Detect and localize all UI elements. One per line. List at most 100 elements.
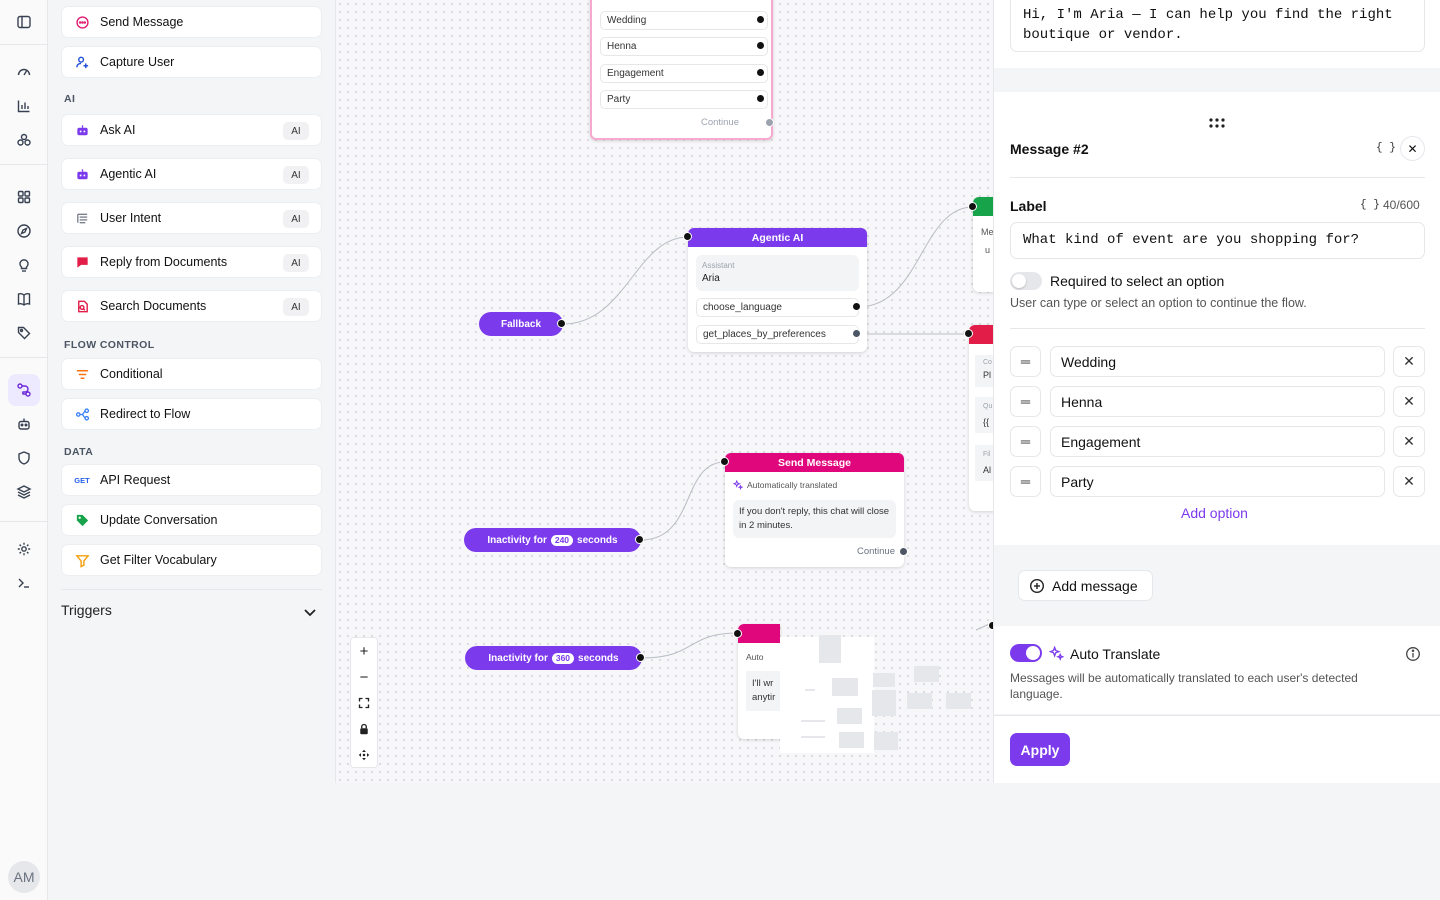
input-handle[interactable] [964, 329, 973, 338]
terminal-icon[interactable] [12, 571, 36, 595]
compass-icon[interactable] [12, 219, 36, 243]
palette-item-redirect-to-flow[interactable]: Redirect to Flow [61, 398, 322, 430]
inactivity-trigger[interactable]: Inactivity for 360 seconds [465, 646, 642, 670]
sidebar-toggle-icon[interactable] [12, 10, 36, 34]
input-handle[interactable] [683, 232, 692, 241]
drag-handle-icon[interactable] [1208, 116, 1226, 135]
palette-item-get-filter-vocabulary[interactable]: Get Filter Vocabulary [61, 544, 322, 576]
flow-icon[interactable] [8, 374, 40, 406]
input-handle[interactable] [968, 202, 977, 211]
add-option-button[interactable]: Add option [1181, 505, 1248, 521]
variables-icon[interactable]: { } [1360, 199, 1380, 211]
send-message-node-partial[interactable]: Auto I'll wr anytir [738, 624, 780, 739]
drag-lines-icon: ═ [1020, 394, 1031, 409]
add-message-button[interactable]: Add message [1018, 570, 1153, 601]
ai-badge: AI [283, 166, 309, 184]
output-handle[interactable] [852, 302, 861, 311]
palette-item-user-intent[interactable]: User Intent AI [61, 202, 322, 234]
option-input[interactable]: Henna [1050, 386, 1385, 417]
output-handle[interactable] [756, 41, 765, 50]
apply-button[interactable]: Apply [1010, 733, 1070, 766]
grid-icon[interactable] [12, 185, 36, 209]
triggers-section-title[interactable]: Triggers [61, 602, 112, 618]
flow-canvas[interactable]: Wedding Henna Engagement Party Continue … [336, 0, 993, 783]
output-handle[interactable] [635, 535, 644, 544]
variables-icon[interactable]: { } [1376, 142, 1396, 154]
ai-badge: AI [283, 210, 309, 228]
input-handle[interactable] [733, 629, 742, 638]
section-title-flow-control: FLOW CONTROL [64, 339, 155, 351]
remove-option-button[interactable]: ✕ [1393, 386, 1425, 417]
zoom-in-button[interactable]: + [351, 638, 377, 664]
required-toggle[interactable] [1010, 272, 1042, 290]
move-button[interactable] [351, 742, 377, 768]
node-palette: Send Message Capture User AI Ask AI AI A… [48, 0, 336, 783]
lightbulb-icon[interactable] [12, 253, 36, 277]
output-handle[interactable] [756, 68, 765, 77]
assistant-box: Assistant Aria [696, 255, 859, 291]
palette-item-label: API Request [100, 473, 171, 487]
close-message-button[interactable]: ✕ [1400, 136, 1425, 161]
option-input[interactable]: Party [1050, 466, 1385, 497]
palette-item-conditional[interactable]: Conditional [61, 358, 322, 390]
partial-node[interactable]: Co Pl Qu {{ Fil Al [969, 325, 993, 511]
option-input[interactable]: Wedding [1050, 346, 1385, 377]
palette-item-reply-from-documents[interactable]: Reply from Documents AI [61, 246, 322, 278]
option-drag-handle[interactable]: ═ [1010, 346, 1041, 377]
inactivity-trigger[interactable]: Inactivity for 240 seconds [464, 528, 641, 552]
option-drag-handle[interactable]: ═ [1010, 386, 1041, 417]
bot-icon[interactable] [12, 412, 36, 436]
auto-translate-toggle[interactable] [1010, 644, 1042, 662]
option-drag-handle[interactable]: ═ [1010, 426, 1041, 457]
lock-button[interactable] [351, 716, 377, 742]
fallback-trigger[interactable]: Fallback [479, 312, 563, 336]
palette-item-api-request[interactable]: GET API Request [61, 464, 322, 496]
fit-view-button[interactable] [351, 690, 377, 716]
palette-item-capture-user[interactable]: Capture User [61, 46, 322, 78]
chevron-down-icon[interactable] [302, 604, 318, 620]
option-input[interactable]: Engagement [1050, 426, 1385, 457]
remove-option-button[interactable]: ✕ [1393, 426, 1425, 457]
output-handle[interactable] [756, 15, 765, 24]
bar-chart-icon[interactable] [12, 94, 36, 118]
palette-item-update-conversation[interactable]: Update Conversation [61, 504, 322, 536]
palette-item-label: Search Documents [100, 299, 207, 313]
shield-icon[interactable] [12, 446, 36, 470]
get-method-icon: GET [74, 475, 90, 485]
book-icon[interactable] [12, 287, 36, 311]
output-handle[interactable] [636, 653, 645, 662]
palette-item-search-documents[interactable]: Search Documents AI [61, 290, 322, 322]
avatar[interactable]: AM [8, 861, 40, 893]
tag-icon[interactable] [12, 321, 36, 345]
loading-placeholder [819, 635, 841, 663]
output-handle[interactable] [557, 319, 566, 328]
question-node[interactable]: Wedding Henna Engagement Party Continue [590, 0, 773, 140]
palette-item-ask-ai[interactable]: Ask AI AI [61, 114, 322, 146]
agentic-ai-node[interactable]: Agentic AI Assistant Aria choose_languag… [688, 228, 867, 352]
option-drag-handle[interactable]: ═ [1010, 466, 1041, 497]
partial-node[interactable]: Me u [973, 197, 993, 292]
label-input[interactable]: What kind of event are you shopping for? [1010, 222, 1425, 259]
input-handle[interactable] [720, 457, 729, 466]
send-message-node[interactable]: Send Message Automatically translated If… [725, 453, 904, 567]
settings-icon[interactable] [12, 537, 36, 561]
remove-option-button[interactable]: ✕ [1393, 466, 1425, 497]
required-hint: User can type or select an option to con… [1010, 296, 1307, 310]
message-text-area[interactable]: Hi, I'm Aria — I can help you find the r… [1010, 0, 1425, 52]
auto-translate-hint: Messages will be automatically translate… [1010, 671, 1358, 701]
palette-item-agentic-ai[interactable]: Agentic AI AI [61, 158, 322, 190]
chat-bubble-icon [74, 14, 90, 30]
close-icon: ✕ [1403, 353, 1415, 369]
output-handle[interactable] [765, 118, 774, 127]
layers-icon[interactable] [12, 480, 36, 504]
node-title: Send Message [725, 453, 904, 472]
output-handle[interactable] [756, 94, 765, 103]
output-handle[interactable] [899, 547, 908, 556]
output-handle[interactable] [852, 329, 861, 338]
remove-option-button[interactable]: ✕ [1393, 346, 1425, 377]
palette-item-send-message[interactable]: Send Message [61, 6, 322, 38]
gauge-icon[interactable] [12, 60, 36, 84]
cluster-icon[interactable] [12, 128, 36, 152]
info-icon[interactable] [1405, 646, 1421, 662]
zoom-out-button[interactable]: − [351, 664, 377, 690]
